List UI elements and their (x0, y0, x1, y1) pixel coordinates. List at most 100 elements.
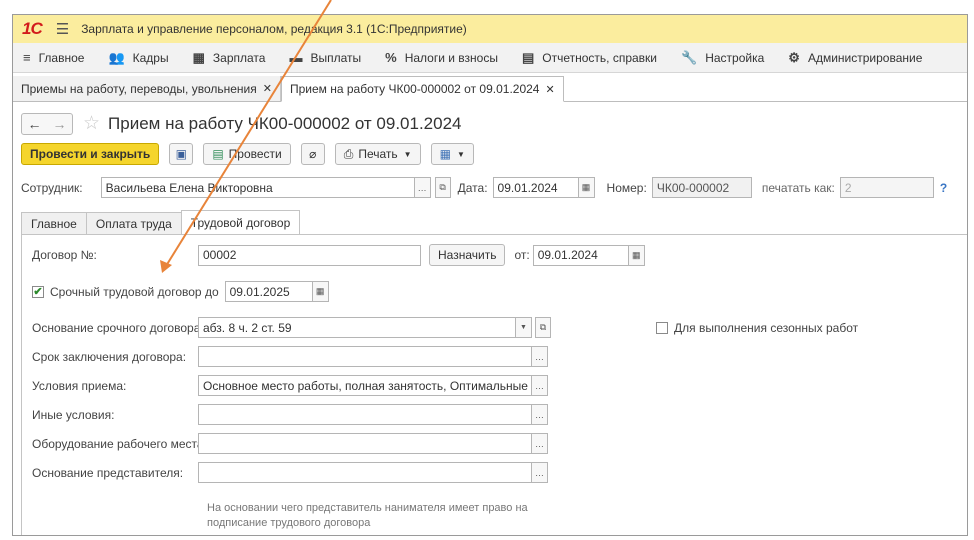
help-icon[interactable]: ? (940, 181, 947, 195)
menu-settings[interactable]: 🔧 Настройка (681, 50, 764, 66)
wallet-icon: ▬ (289, 50, 303, 65)
menu-taxes[interactable]: % Налоги и взносы (385, 50, 498, 65)
chevron-down-icon: ▼ (456, 149, 465, 159)
print-as-label: печатать как: (761, 180, 835, 195)
calendar-icon[interactable]: ▦ (628, 244, 645, 266)
form-tabs: Главное Оплата труда Трудовой договор (21, 210, 301, 234)
app-title: Зарплата и управление персоналом, редакц… (81, 22, 467, 36)
other-row: Иные условия: … (32, 404, 548, 425)
list-icon: ≡ (23, 50, 31, 65)
from-label: от: (514, 248, 530, 262)
people-icon: 👥 (108, 49, 125, 65)
term-label: Срок заключения договора: (32, 349, 187, 364)
conditions-label: Условия приема: (32, 378, 127, 393)
title-bar: 1С ☰ Зарплата и управление персоналом, р… (13, 15, 967, 43)
number-label: Номер: (606, 180, 647, 195)
select-button[interactable]: … (532, 433, 548, 454)
menu-label: Зарплата (212, 50, 266, 65)
contract-number-field[interactable]: 00002 (198, 244, 421, 266)
tab-hiring-list[interactable]: Приемы на работу, переводы, увольнения ✕ (13, 76, 281, 101)
floppy-icon: ▣ (175, 147, 187, 161)
other-label: Иные условия: (32, 407, 115, 422)
menu-label: Выплаты (310, 50, 362, 65)
number-field[interactable]: ЧК00-000002 (651, 177, 752, 198)
nav-buttons: ← → (21, 112, 73, 135)
open-icon[interactable]: ⧉ (535, 317, 551, 338)
close-icon[interactable]: ✕ (263, 82, 272, 95)
post-icon: ▤ (212, 147, 224, 161)
employee-label: Сотрудник: (21, 180, 83, 195)
post-label: Провести (228, 147, 282, 161)
other-field[interactable] (198, 404, 532, 425)
calendar-icon[interactable]: ▦ (312, 281, 329, 302)
menu-label: Настройка (705, 50, 765, 65)
date-field[interactable]: 09.01.2024 (492, 177, 579, 198)
conditions-field[interactable]: Основное место работы, полная занятость,… (198, 375, 532, 396)
assign-button[interactable]: Назначить (429, 244, 506, 266)
select-button[interactable]: … (532, 462, 548, 483)
menu-payments[interactable]: ▬ Выплаты (289, 50, 361, 65)
attach-button[interactable]: ⌀ (300, 143, 325, 165)
menu-label: Кадры (132, 50, 169, 65)
select-button[interactable]: … (532, 346, 548, 367)
save-button[interactable]: ▣ (169, 143, 194, 165)
menu-main[interactable]: ≡ Главное (23, 50, 84, 65)
menu-admin[interactable]: ⚙ Администрирование (788, 50, 922, 66)
favorite-star-icon[interactable]: ☆ (83, 112, 100, 135)
post-button[interactable]: ▤ Провести (203, 143, 291, 165)
menu-reports[interactable]: ▤ Отчетность, справки (522, 50, 657, 66)
select-button[interactable]: … (532, 404, 548, 425)
post-and-close-button[interactable]: Провести и закрыть (21, 143, 160, 165)
menu-hr[interactable]: 👥 Кадры (108, 50, 168, 66)
seasonal-checkbox[interactable] (656, 322, 668, 334)
print-as-field[interactable]: 2 (839, 177, 934, 198)
menu-salary[interactable]: ▦ Зарплата (193, 50, 266, 66)
related-docs-button[interactable]: ▦ ▼ (430, 143, 474, 165)
open-windows-bar: Приемы на работу, переводы, увольнения ✕ … (13, 76, 967, 102)
employee-row: Сотрудник: Васильева Елена Викторовна … … (21, 177, 961, 198)
basis-row: Основание срочного договора: абз. 8 ч. 2… (32, 317, 551, 338)
tab-hiring-document[interactable]: Прием на работу ЧК00-000002 от 09.01.202… (280, 76, 564, 102)
percent-icon: % (385, 50, 397, 65)
command-bar: Провести и закрыть ▣ ▤ Провести ⌀ ⎙ Печать… (21, 143, 484, 165)
representative-label: Основание представителя: (32, 465, 184, 480)
tab-payment[interactable]: Оплата труда (85, 212, 182, 234)
seasonal-label: Для выполнения сезонных работ (674, 321, 859, 335)
calculator-icon: ▦ (192, 49, 205, 65)
print-label: Печать (358, 147, 398, 161)
equipment-label: Оборудование рабочего места: (32, 436, 207, 451)
menu-label: Администрирование (807, 50, 923, 65)
contract-date-field[interactable]: 09.01.2024 (532, 244, 629, 266)
equipment-field[interactable] (198, 433, 532, 454)
fixed-term-date-field[interactable]: 09.01.2025 (224, 281, 313, 302)
representative-hint: На основании чего представитель нанимате… (207, 502, 528, 529)
document-header: ← → ☆ Прием на работу ЧК00-000002 от 09.… (21, 112, 462, 135)
close-icon[interactable]: ✕ (545, 83, 554, 96)
date-label: Дата: (457, 180, 488, 195)
forward-arrow-icon[interactable]: → (53, 116, 67, 132)
employee-field[interactable]: Васильева Елена Викторовна (100, 177, 415, 198)
document-title: Прием на работу ЧК00-000002 от 09.01.202… (108, 113, 462, 133)
report-icon: ▤ (521, 49, 535, 65)
paperclip-icon: ⌀ (309, 147, 317, 161)
basis-label: Основание срочного договора: (32, 320, 204, 335)
select-button[interactable]: … (532, 375, 548, 396)
chevron-down-icon[interactable]: ▼ (516, 317, 532, 338)
select-button[interactable]: … (414, 177, 431, 198)
tab-label: Прием на работу ЧК00-000002 от 09.01.202… (289, 82, 540, 96)
menu-label: Отчетность, справки (542, 50, 658, 65)
fixed-term-row: ✔ Срочный трудовой договор до 09.01.2025… (32, 281, 329, 302)
tab-main[interactable]: Главное (21, 212, 87, 234)
back-arrow-icon[interactable]: ← (28, 116, 42, 132)
print-button[interactable]: ⎙ Печать ▼ (334, 143, 421, 165)
menu-label: Главное (38, 50, 85, 65)
tab-employment-contract[interactable]: Трудовой договор (180, 210, 301, 234)
term-field[interactable] (198, 346, 532, 367)
calendar-icon[interactable]: ▦ (578, 177, 595, 198)
representative-field[interactable] (198, 462, 532, 483)
fixed-term-checkbox[interactable]: ✔ (32, 285, 44, 298)
basis-field[interactable]: абз. 8 ч. 2 ст. 59 (198, 317, 516, 338)
open-icon[interactable]: ⧉ (434, 177, 451, 198)
menu-burger-icon[interactable]: ☰ (56, 20, 69, 38)
tab-label: Приемы на работу, переводы, увольнения (21, 81, 257, 96)
